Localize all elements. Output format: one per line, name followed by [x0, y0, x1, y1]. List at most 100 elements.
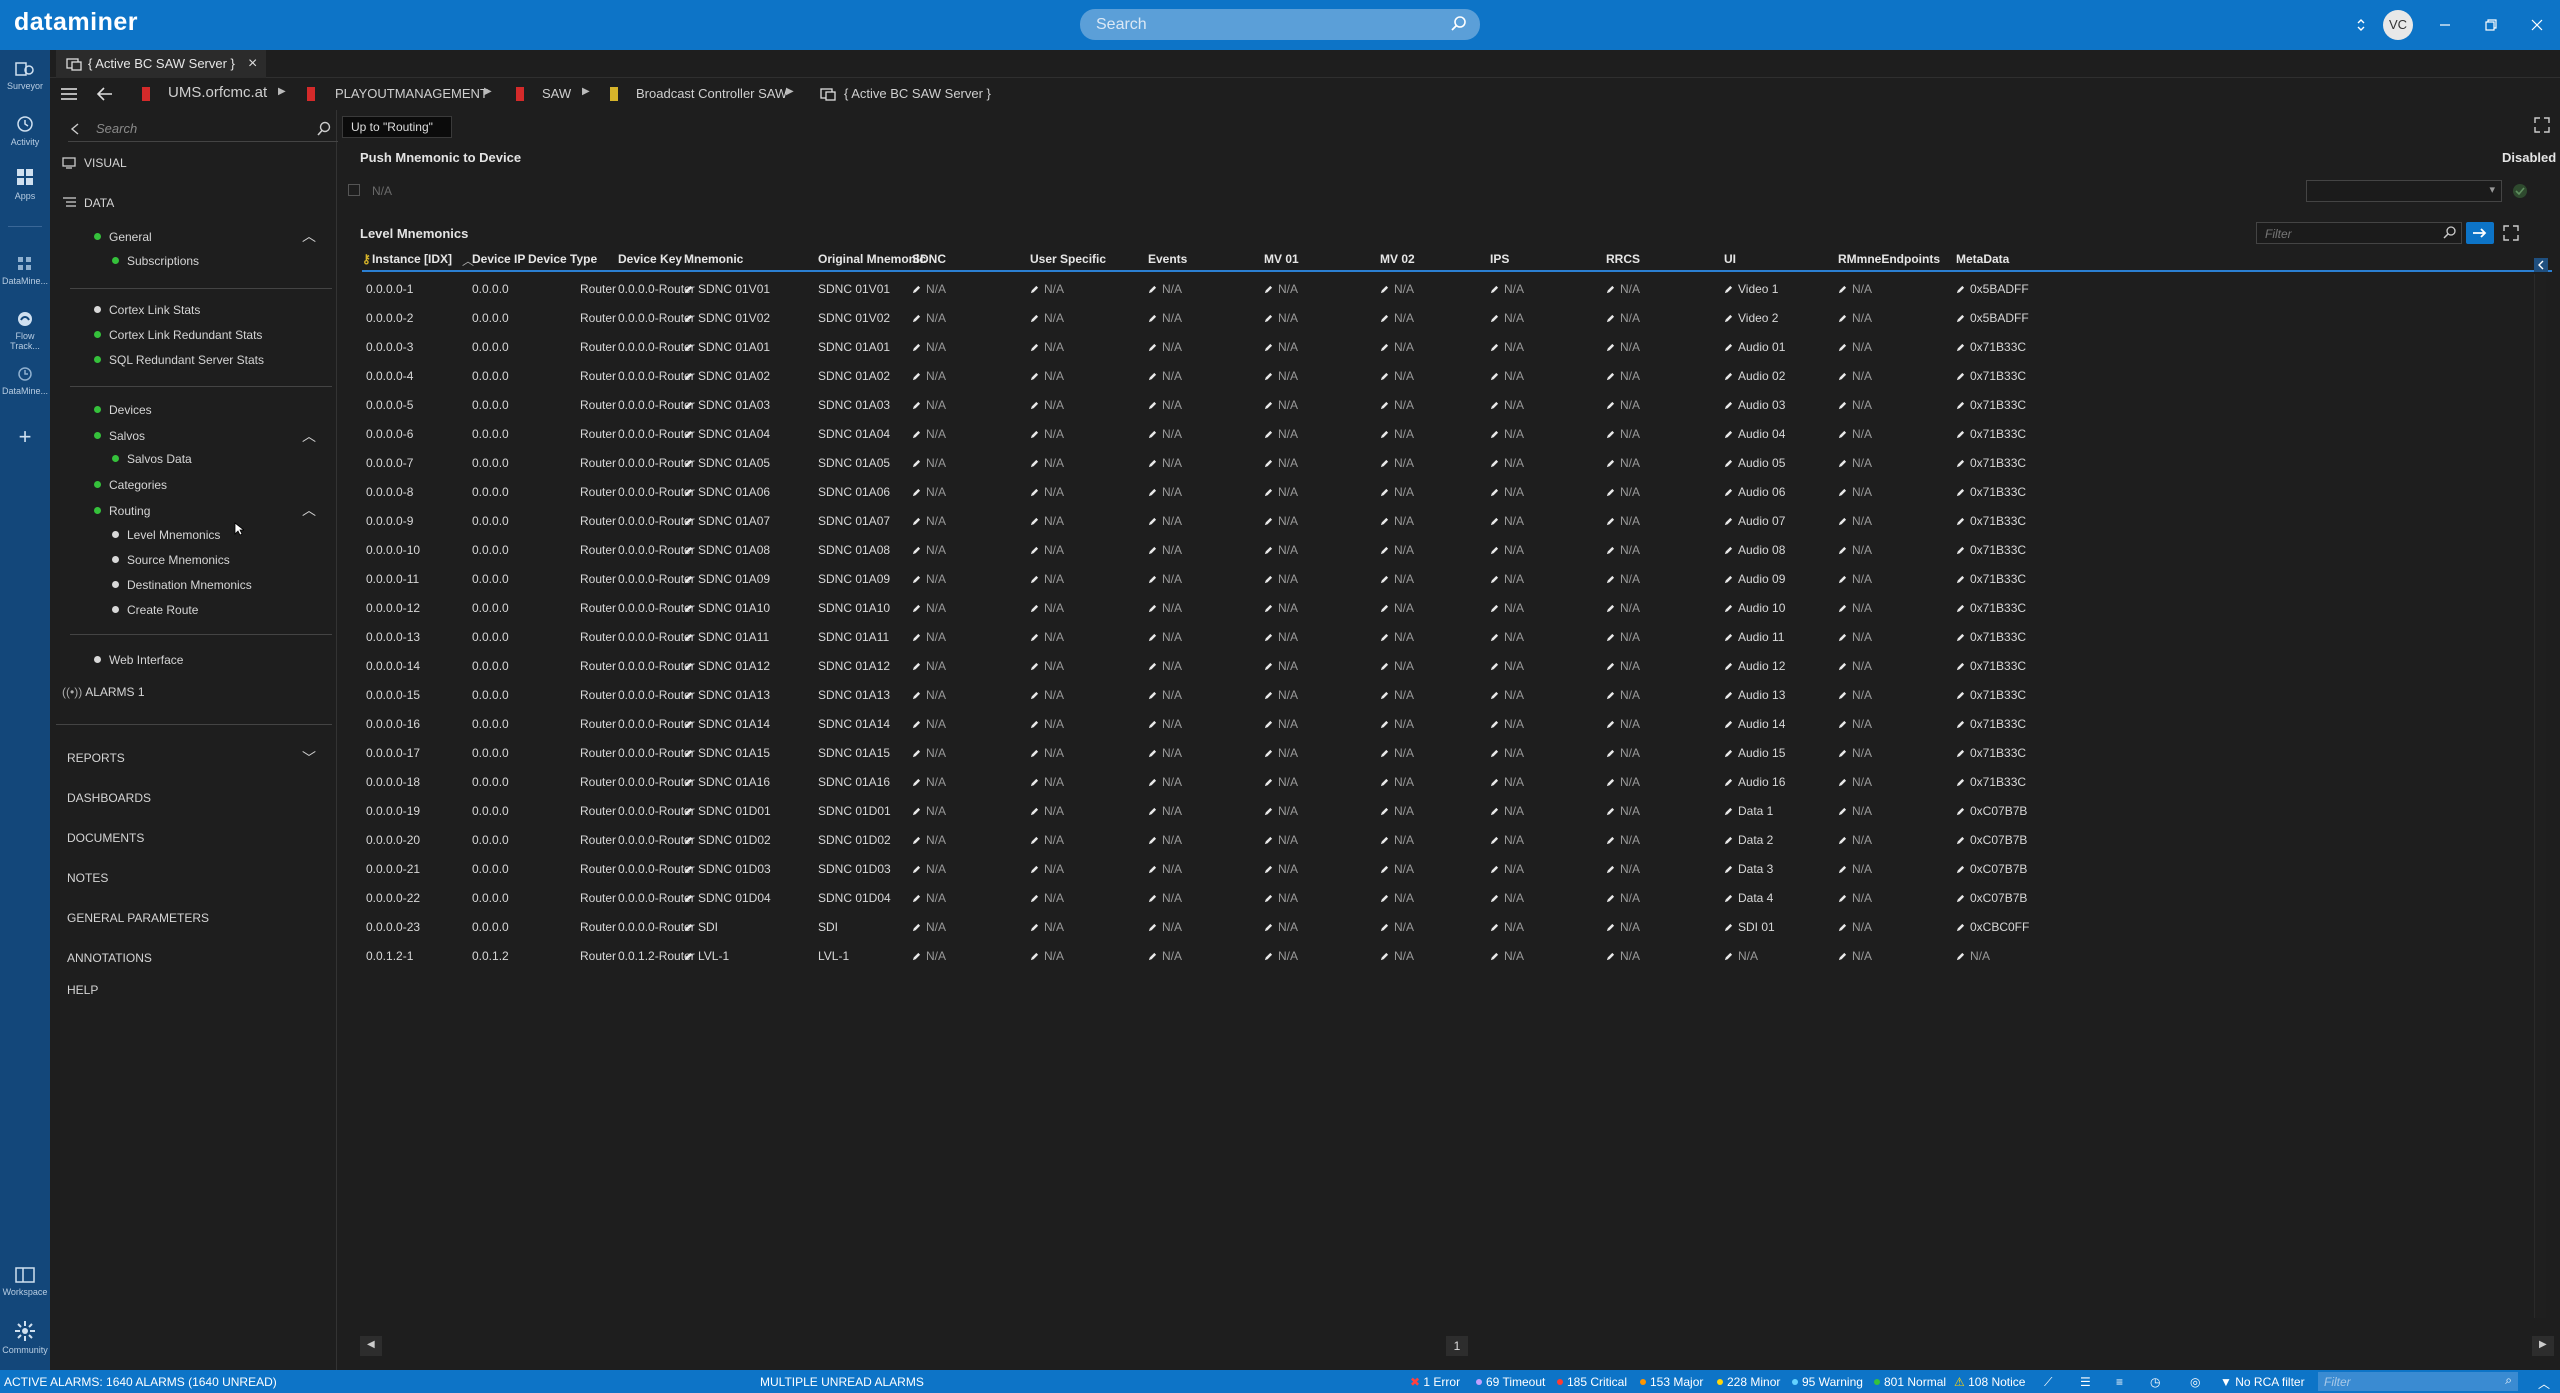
table-cell[interactable]: N/A [1264, 543, 1298, 557]
table-row[interactable]: 0.0.0.0-8 0.0.0.0 Router 0.0.0.0-Router SDNC… [362, 477, 2542, 506]
table-cell[interactable]: N/A [1264, 630, 1298, 644]
alarm-count-minor[interactable]: 228 Minor [1717, 1375, 1780, 1389]
table-cell[interactable]: SDNC 01A08 [684, 543, 770, 557]
column-header[interactable]: Device IP [472, 252, 525, 266]
table-cell[interactable]: N/A [1490, 485, 1524, 499]
push-device-dropdown[interactable]: ▾ [2306, 180, 2502, 202]
table-cell[interactable]: 0x71B33C [1956, 572, 2026, 586]
table-row[interactable]: 0.0.0.0-23 0.0.0.0 Router 0.0.0.0-Router SDI… [362, 912, 2542, 941]
rail-activity[interactable]: Activity [0, 114, 50, 147]
table-cell[interactable]: N/A [1490, 543, 1524, 557]
breadcrumb-item[interactable]: SAW [542, 86, 571, 101]
table-row[interactable]: 0.0.0.0-5 0.0.0.0 Router 0.0.0.0-Router SDNC… [362, 390, 2542, 419]
table-row[interactable]: 0.0.0.0-10 0.0.0.0 Router 0.0.0.0-Router SDN… [362, 535, 2542, 564]
table-cell[interactable]: N/A [1380, 369, 1414, 383]
nav-devices[interactable]: Devices [94, 403, 152, 417]
table-cell[interactable]: N/A [1030, 659, 1064, 673]
expand-table-icon[interactable] [2502, 224, 2520, 242]
table-cell[interactable]: N/A [1380, 920, 1414, 934]
table-cell[interactable]: N/A [1380, 804, 1414, 818]
table-cell[interactable]: N/A [1148, 688, 1182, 702]
alarm-count-major[interactable]: 153 Major [1640, 1375, 1703, 1389]
column-header[interactable]: MV 02 [1380, 252, 1415, 266]
table-row[interactable]: 0.0.0.0-17 0.0.0.0 Router 0.0.0.0-Router SDN… [362, 738, 2542, 767]
nav-documents[interactable]: DOCUMENTS [67, 831, 144, 845]
expand-chevron-icon[interactable]: ﹀ [302, 748, 316, 768]
table-cell[interactable]: N/A [1490, 398, 1524, 412]
table-cell[interactable]: N/A [1606, 572, 1640, 586]
table-cell[interactable]: N/A [912, 862, 946, 876]
nav-sql-redundant[interactable]: SQL Redundant Server Stats [94, 353, 264, 367]
table-cell[interactable]: Audio 07 [1724, 514, 1785, 528]
nav-create-route[interactable]: Create Route [112, 603, 198, 617]
table-cell[interactable]: N/A [1490, 340, 1524, 354]
table-cell[interactable]: N/A [1490, 804, 1524, 818]
rail-flow-tracking[interactable]: Flow Track... [0, 310, 50, 351]
table-cell[interactable]: N/A [1148, 398, 1182, 412]
table-cell[interactable]: N/A [1838, 543, 1872, 557]
table-cell[interactable]: N/A [912, 282, 946, 296]
table-cell[interactable]: N/A [1838, 833, 1872, 847]
table-cell[interactable]: N/A [1380, 398, 1414, 412]
table-cell[interactable]: N/A [1264, 833, 1298, 847]
settings-icon[interactable]: ◎ [2190, 1375, 2200, 1389]
table-cell[interactable]: Video 1 [1724, 282, 1778, 296]
table-cell[interactable]: N/A [1030, 543, 1064, 557]
table-cell[interactable]: Data 4 [1724, 891, 1773, 905]
table-cell[interactable]: 0x71B33C [1956, 601, 2026, 615]
table-cell[interactable]: Audio 13 [1724, 688, 1785, 702]
table-row[interactable]: 0.0.0.0-3 0.0.0.0 Router 0.0.0.0-Router SDNC… [362, 332, 2542, 361]
table-cell[interactable]: Audio 01 [1724, 340, 1785, 354]
table-cell[interactable]: N/A [1030, 340, 1064, 354]
vertical-scrollbar[interactable] [2534, 274, 2546, 1318]
table-cell[interactable]: N/A [1030, 630, 1064, 644]
table-cell[interactable]: N/A [1606, 920, 1640, 934]
column-header[interactable]: Instance [IDX] [372, 252, 452, 266]
table-row[interactable]: 0.0.0.0-22 0.0.0.0 Router 0.0.0.0-Router SDN… [362, 883, 2542, 912]
sort-icon[interactable]: ≡ [2116, 1375, 2123, 1389]
table-cell[interactable]: SDNC 01D03 [684, 862, 771, 876]
nav-destination-mnemonics[interactable]: Destination Mnemonics [112, 578, 252, 592]
table-cell[interactable]: N/A [1264, 949, 1298, 963]
table-cell[interactable]: N/A [1380, 485, 1414, 499]
nav-salvos[interactable]: Salvos [94, 429, 145, 443]
table-cell[interactable]: N/A [1148, 543, 1182, 557]
rail-community[interactable]: Community [0, 1320, 50, 1355]
table-cell[interactable]: Audio 03 [1724, 398, 1785, 412]
table-cell[interactable]: N/A [1148, 282, 1182, 296]
table-cell[interactable]: N/A [1264, 659, 1298, 673]
table-cell[interactable]: N/A [1838, 630, 1872, 644]
column-header[interactable]: RRCS [1606, 252, 1640, 266]
table-cell[interactable]: N/A [1838, 920, 1872, 934]
table-cell[interactable]: N/A [1606, 746, 1640, 760]
table-cell[interactable]: N/A [1030, 688, 1064, 702]
table-row[interactable]: 0.0.0.0-18 0.0.0.0 Router 0.0.0.0-Router SDN… [362, 767, 2542, 796]
table-cell[interactable]: N/A [912, 427, 946, 441]
table-cell[interactable]: 0x71B33C [1956, 456, 2026, 470]
table-cell[interactable]: 0x71B33C [1956, 543, 2026, 557]
table-cell[interactable]: Data 3 [1724, 862, 1773, 876]
table-cell[interactable]: SDNC 01A14 [684, 717, 770, 731]
table-cell[interactable]: N/A [1030, 398, 1064, 412]
table-cell[interactable]: 0x71B33C [1956, 369, 2026, 383]
nav-reports[interactable]: REPORTS [67, 751, 125, 765]
table-cell[interactable]: N/A [1030, 891, 1064, 905]
page-next-button[interactable]: ▶ [2532, 1336, 2554, 1356]
table-cell[interactable]: N/A [1490, 282, 1524, 296]
nav-help[interactable]: HELP [67, 983, 98, 997]
alarm-count-notice[interactable]: ⚠ 108 Notice [1954, 1375, 2025, 1389]
nav-general-parameters[interactable]: GENERAL PARAMETERS [67, 911, 209, 925]
push-mnemonic-checkbox[interactable] [348, 184, 360, 196]
table-cell[interactable]: N/A [1264, 456, 1298, 470]
table-cell[interactable]: N/A [1264, 572, 1298, 586]
table-cell[interactable]: N/A [1380, 630, 1414, 644]
confirm-check-icon[interactable] [2512, 183, 2528, 199]
alarm-count-error[interactable]: ✖ 1 Error [1410, 1375, 1460, 1389]
table-cell[interactable]: SDNC 01A05 [684, 456, 770, 470]
table-cell[interactable]: SDNC 01V02 [684, 311, 770, 325]
alarm-count-critical[interactable]: 185 Critical [1557, 1375, 1627, 1389]
table-cell[interactable]: N/A [1606, 427, 1640, 441]
table-cell[interactable]: N/A [1030, 804, 1064, 818]
nav-salvos-data[interactable]: Salvos Data [112, 452, 192, 466]
maximize-card-icon[interactable] [2533, 116, 2551, 134]
